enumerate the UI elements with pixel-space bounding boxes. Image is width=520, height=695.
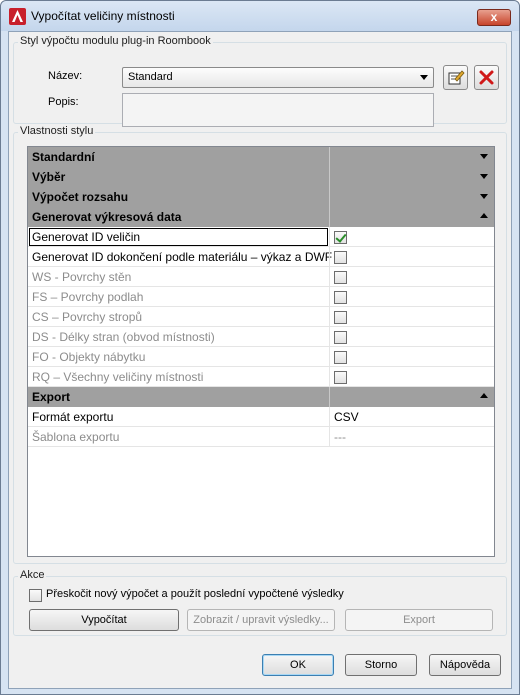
column-divider — [329, 207, 330, 227]
description-field[interactable] — [122, 93, 434, 127]
category-standard[interactable]: Standardní — [28, 147, 494, 167]
property-label: Generovat ID veličin — [32, 230, 141, 244]
category-range-calculation[interactable]: Výpočet rozsahu — [28, 187, 494, 207]
column-divider — [329, 167, 330, 187]
calculate-button[interactable]: Vypočítat — [29, 609, 179, 631]
property-row[interactable]: FS – Povrchy podlah — [28, 287, 494, 307]
export-format-value[interactable]: CSV — [334, 410, 359, 424]
column-divider — [329, 327, 330, 347]
cancel-button[interactable]: Storno — [345, 654, 417, 676]
view-edit-results-button[interactable]: Zobrazit / upravit výsledky... — [187, 609, 335, 631]
cs-checkbox[interactable] — [334, 311, 347, 324]
chevron-down-icon[interactable] — [480, 154, 488, 159]
category-label: Generovat výkresová data — [32, 210, 182, 224]
property-label: DS - Délky stran (obvod místnosti) — [32, 330, 215, 344]
category-generate-drawing-data[interactable]: Generovat výkresová data — [28, 207, 494, 227]
column-divider — [329, 187, 330, 207]
property-row[interactable]: Šablona exportu --- — [28, 427, 494, 447]
chevron-down-icon — [420, 75, 428, 80]
column-divider — [329, 307, 330, 327]
fo-checkbox[interactable] — [334, 351, 347, 364]
category-export[interactable]: Export — [28, 387, 494, 407]
chevron-up-icon[interactable] — [480, 213, 488, 218]
column-divider — [329, 247, 330, 267]
column-divider — [329, 367, 330, 387]
export-template-value[interactable]: --- — [334, 430, 346, 444]
column-divider — [329, 227, 330, 247]
generate-finish-id-checkbox[interactable] — [334, 251, 347, 264]
column-divider — [329, 347, 330, 367]
skip-recalculation-checkbox[interactable] — [29, 589, 42, 602]
property-label: FO - Objekty nábytku — [32, 350, 146, 364]
dialog-body: Styl výpočtu modulu plug-in Roombook Náz… — [8, 31, 512, 689]
column-divider — [329, 287, 330, 307]
style-group-label: Styl výpočtu modulu plug-in Roombook — [18, 35, 213, 47]
edit-style-button[interactable] — [443, 65, 468, 90]
property-label: CS – Povrchy stropů — [32, 310, 143, 324]
property-label: FS – Povrchy podlah — [32, 290, 144, 304]
ok-button[interactable]: OK — [262, 654, 334, 676]
column-divider — [329, 267, 330, 287]
window-title: Vypočítat veličiny místnosti — [31, 9, 175, 23]
generate-quantity-id-checkbox[interactable] — [334, 231, 347, 244]
style-name-value: Standard — [128, 71, 173, 83]
style-properties-label: Vlastnosti stylu — [18, 125, 96, 137]
property-label: Šablona exportu — [32, 430, 120, 444]
ws-checkbox[interactable] — [334, 271, 347, 284]
fs-checkbox[interactable] — [334, 291, 347, 304]
chevron-down-icon[interactable] — [480, 194, 488, 199]
chevron-down-icon[interactable] — [480, 174, 488, 179]
property-row[interactable]: WS - Povrchy stěn — [28, 267, 494, 287]
description-label: Popis: — [48, 96, 79, 108]
autocad-app-icon — [9, 8, 26, 25]
column-divider — [329, 147, 330, 167]
style-name-dropdown[interactable]: Standard — [122, 67, 434, 88]
title-bar[interactable]: Vypočítat veličiny místnosti x — [1, 1, 519, 31]
property-label: Generovat ID dokončení podle materiálu –… — [32, 250, 333, 264]
name-label: Název: — [48, 70, 83, 82]
property-label: WS - Povrchy stěn — [32, 270, 132, 284]
category-label: Standardní — [32, 150, 95, 164]
property-label: RQ – Všechny veličiny místnosti — [32, 370, 204, 384]
column-divider — [329, 387, 330, 407]
export-button[interactable]: Export — [345, 609, 493, 631]
property-row[interactable]: FO - Objekty nábytku — [28, 347, 494, 367]
ds-checkbox[interactable] — [334, 331, 347, 344]
rq-checkbox[interactable] — [334, 371, 347, 384]
property-row[interactable]: Generovat ID dokončení podle materiálu –… — [28, 247, 494, 267]
help-button[interactable]: Nápověda — [429, 654, 501, 676]
delete-style-button[interactable] — [474, 65, 499, 90]
delete-x-icon — [479, 70, 494, 85]
category-label: Export — [32, 390, 71, 404]
property-row[interactable]: CS – Povrchy stropů — [28, 307, 494, 327]
property-row[interactable]: Formát exportu CSV — [28, 407, 494, 427]
property-row[interactable]: Generovat ID veličin — [28, 227, 494, 247]
category-selection[interactable]: Výběr — [28, 167, 494, 187]
style-group: Styl výpočtu modulu plug-in Roombook Náz… — [13, 35, 507, 127]
column-divider — [329, 407, 330, 427]
property-label: Formát exportu — [32, 410, 114, 424]
actions-group-label: Akce — [18, 569, 47, 581]
property-row[interactable]: DS - Délky stran (obvod místnosti) — [28, 327, 494, 347]
category-label: Výpočet rozsahu — [32, 190, 129, 204]
close-icon: x — [490, 10, 498, 24]
property-row[interactable]: RQ – Všechny veličiny místnosti — [28, 367, 494, 387]
dialog-window: Vypočítat veličiny místnosti x Styl výpo… — [0, 0, 520, 695]
chevron-up-icon[interactable] — [480, 393, 488, 398]
skip-recalculation-label: Přeskočit nový výpočet a použít poslední… — [46, 588, 344, 600]
column-divider — [329, 427, 330, 447]
property-grid[interactable]: Standardní Výběr Výpočet rozsahu Generov… — [27, 146, 495, 557]
edit-style-icon — [448, 70, 465, 85]
category-label: Výběr — [32, 170, 66, 184]
close-window-button[interactable]: x — [477, 9, 511, 26]
